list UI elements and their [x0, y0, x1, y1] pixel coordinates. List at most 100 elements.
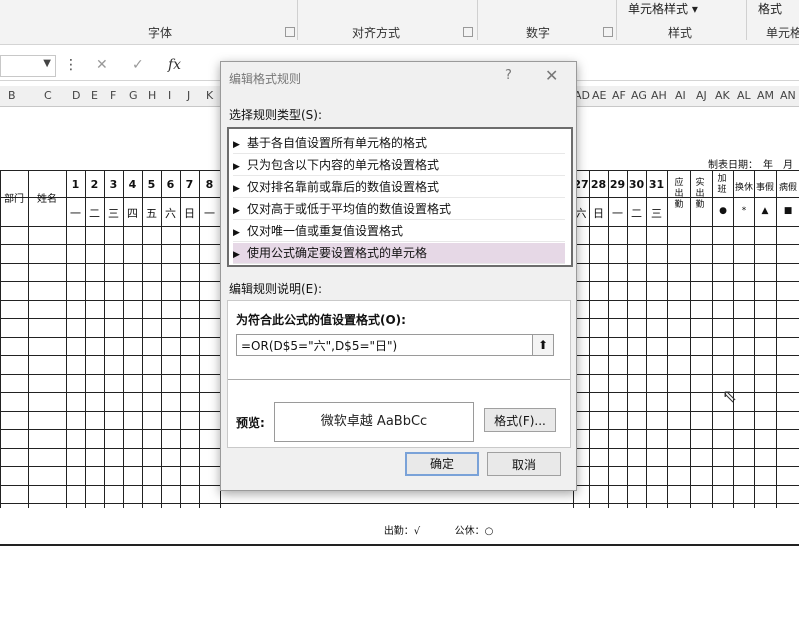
- header-actual-attend: 实出勤: [695, 178, 705, 210]
- formula-label: 为符合此公式的值设置格式(O):: [236, 313, 406, 327]
- ribbon-group-styles: 样式: [667, 26, 692, 40]
- name-box[interactable]: ▼: [0, 55, 56, 77]
- column-header[interactable]: K: [206, 89, 213, 102]
- rule-type-item[interactable]: ▶ 仅对高于或低于平均值的数值设置格式: [233, 199, 565, 220]
- weekday: 五: [146, 207, 157, 220]
- weekday: 日: [184, 207, 195, 220]
- header-shift-rest: 换休: [734, 183, 753, 193]
- ribbon-group-cells: 单元格: [765, 26, 799, 40]
- day-number: 6: [166, 178, 175, 191]
- column-header[interactable]: E: [91, 89, 98, 102]
- grid-col-line: [776, 170, 777, 508]
- preview-label: 预览:: [236, 416, 265, 430]
- day-number: 7: [185, 178, 194, 191]
- cancel-icon[interactable]: ✕: [96, 57, 108, 73]
- cancel-button[interactable]: 取消: [487, 452, 561, 476]
- column-header[interactable]: AI: [675, 89, 686, 102]
- day-number: 1: [71, 178, 80, 191]
- rule-type-label: 使用公式确定要设置格式的单元格: [247, 246, 428, 260]
- rule-type-item[interactable]: ▶ 基于各自值设置所有单元格的格式: [233, 133, 565, 154]
- column-header[interactable]: C: [44, 89, 52, 102]
- day-number: 3: [109, 178, 118, 191]
- number-dialog-launcher-icon[interactable]: [603, 27, 613, 37]
- day-number: 4: [128, 178, 137, 191]
- play-arrow-icon: ▶: [233, 140, 240, 150]
- day-number: 31: [648, 178, 665, 191]
- weekday: 二: [89, 207, 100, 220]
- font-dialog-launcher-icon[interactable]: [285, 27, 295, 37]
- ok-button[interactable]: 确定: [405, 452, 479, 476]
- play-arrow-icon: ▶: [233, 250, 240, 260]
- column-header[interactable]: D: [72, 89, 80, 102]
- column-header[interactable]: AN: [780, 89, 796, 102]
- ribbon-separator: [297, 0, 298, 40]
- weekday: 一: [204, 207, 215, 220]
- header-should-attend: 应出勤: [674, 178, 684, 210]
- column-header[interactable]: AF: [612, 89, 626, 102]
- ribbon-group-alignment: 对齐方式: [351, 26, 400, 40]
- column-header[interactable]: G: [129, 89, 138, 102]
- day-number: 8: [205, 178, 214, 191]
- weekday: 一: [612, 207, 623, 220]
- cell-styles-button[interactable]: 单元格样式 ▾: [628, 0, 698, 17]
- edit-rule-description-label: 编辑规则说明(E):: [229, 282, 322, 296]
- grid-col-line: [712, 170, 713, 508]
- play-arrow-icon: ▶: [233, 184, 240, 194]
- day-number: 28: [590, 178, 607, 191]
- day-number: 30: [628, 178, 645, 191]
- divider: [228, 379, 570, 380]
- ribbon-group-font: 字体: [147, 26, 172, 40]
- column-header[interactable]: AG: [631, 89, 647, 102]
- make-date-label: 制表日期： 年 月: [708, 160, 793, 171]
- column-header[interactable]: AH: [651, 89, 667, 102]
- header-dept: 部门: [4, 194, 24, 205]
- formula-input[interactable]: =OR(D$5="六",D$5="日") ⬆: [236, 334, 554, 356]
- format-cells-button[interactable]: 格式: [758, 0, 782, 17]
- rule-type-item[interactable]: ▶ 仅对排名靠前或靠后的数值设置格式: [233, 177, 565, 198]
- rule-type-item-selected[interactable]: ▶ 使用公式确定要设置格式的单元格: [233, 243, 565, 264]
- column-header[interactable]: F: [110, 89, 116, 102]
- edit-formatting-rule-dialog: 编辑格式规则 ? ✕ 选择规则类型(S): ▶ 基于各自值设置所有单元格的格式 ▶…: [220, 61, 577, 491]
- table-bottom-border: [0, 544, 799, 546]
- rule-type-label: 只为包含以下内容的单元格设置格式: [247, 158, 440, 172]
- rule-type-item[interactable]: ▶ 仅对唯一值或重复值设置格式: [233, 221, 565, 242]
- column-header[interactable]: H: [148, 89, 156, 102]
- grid-col-line: [754, 170, 755, 508]
- more-options-icon[interactable]: ⋮: [64, 57, 78, 73]
- select-rule-type-label: 选择规则类型(S):: [229, 108, 323, 122]
- column-header[interactable]: AK: [715, 89, 730, 102]
- column-header[interactable]: J: [187, 89, 190, 102]
- format-cells-label: 格式: [758, 2, 783, 16]
- grid-col-line: [0, 170, 1, 508]
- rule-type-item[interactable]: ▶ 只为包含以下内容的单元格设置格式: [233, 155, 565, 176]
- close-icon[interactable]: ✕: [545, 66, 558, 85]
- column-header[interactable]: AL: [737, 89, 751, 102]
- footer-attend-legend: 出勤：√: [383, 526, 421, 537]
- column-header[interactable]: AM: [757, 89, 774, 102]
- ribbon-separator: [616, 0, 617, 40]
- format-preview: 微软卓越 AaBbCc: [274, 402, 474, 442]
- rule-description-panel: 为符合此公式的值设置格式(O): =OR(D$5="六",D$5="日") ⬆ …: [227, 300, 571, 448]
- play-arrow-icon: ▶: [233, 206, 240, 216]
- day-number: 5: [147, 178, 156, 191]
- format-button[interactable]: 格式(F)...: [484, 408, 556, 432]
- weekday: 二: [631, 207, 642, 220]
- insert-function-icon[interactable]: fx: [168, 57, 181, 73]
- collapse-dialog-icon[interactable]: ⬆: [532, 334, 554, 356]
- help-icon[interactable]: ?: [505, 68, 512, 83]
- column-header[interactable]: AJ: [696, 89, 707, 102]
- weekday: 日: [593, 207, 604, 220]
- ribbon-separator: [477, 0, 478, 40]
- column-header[interactable]: B: [8, 89, 16, 102]
- personal-leave-symbol: ▲: [761, 206, 769, 216]
- column-header[interactable]: AE: [592, 89, 606, 102]
- grid-col-line: [28, 170, 29, 508]
- shift-rest-symbol: *: [741, 206, 747, 216]
- footer-holiday-legend: 公休：○: [454, 526, 494, 537]
- alignment-dialog-launcher-icon[interactable]: [463, 27, 473, 37]
- enter-icon[interactable]: ✓: [132, 57, 144, 73]
- column-header[interactable]: I: [168, 89, 171, 102]
- grid-col-line: [667, 170, 668, 508]
- rule-type-list[interactable]: ▶ 基于各自值设置所有单元格的格式 ▶ 只为包含以下内容的单元格设置格式 ▶ 仅对排名…: [227, 127, 573, 267]
- chevron-down-icon[interactable]: ▼: [43, 58, 51, 69]
